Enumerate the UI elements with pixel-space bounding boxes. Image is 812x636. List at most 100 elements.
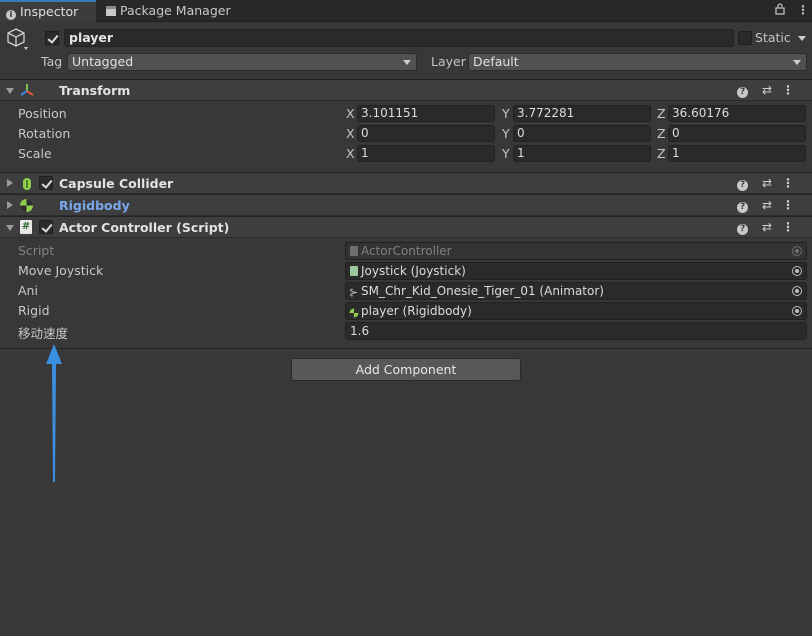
- component-header-icons: ? ⇄⋮: [737, 198, 804, 213]
- component-menu-icon[interactable]: ⋮: [782, 176, 804, 190]
- static-checkbox[interactable]: [738, 31, 752, 45]
- tab-package-manager[interactable]: Package Manager: [100, 0, 240, 22]
- layer-value: Default: [473, 54, 519, 69]
- scale-label: Scale: [18, 146, 52, 161]
- fold-open-icon[interactable]: [6, 88, 14, 94]
- axis-z-label[interactable]: Z: [657, 146, 666, 161]
- ani-field[interactable]: ⊱ SM_Chr_Kid_Onesie_Tiger_01 (Animator): [345, 282, 807, 300]
- component-menu-icon[interactable]: ⋮: [782, 220, 804, 234]
- rigid-field[interactable]: player (Rigidbody): [345, 302, 807, 320]
- rigid-label: Rigid: [18, 303, 50, 318]
- transform-icon: [20, 83, 34, 100]
- tab-inspector[interactable]: i Inspector: [0, 0, 96, 22]
- position-x-field[interactable]: 3.101151: [357, 105, 495, 122]
- tab-bar: i Inspector Package Manager ⋮: [0, 0, 812, 22]
- rigidbody-header[interactable]: Rigidbody ? ⇄⋮: [0, 194, 812, 216]
- component-menu-icon[interactable]: ⋮: [782, 198, 804, 212]
- capsule-collider-icon: [22, 177, 32, 194]
- component-header-icons: ? ⇄⋮: [737, 83, 804, 98]
- info-icon: i: [6, 10, 16, 20]
- move-speed-label: 移动速度: [18, 326, 69, 341]
- help-icon[interactable]: ?: [737, 180, 749, 191]
- capsule-collider-enabled-checkbox[interactable]: [39, 176, 53, 190]
- move-speed-field[interactable]: 1.6: [345, 322, 807, 340]
- axis-x-label[interactable]: X: [346, 146, 355, 161]
- tag-value: Untagged: [72, 54, 134, 69]
- fold-open-icon[interactable]: [6, 225, 14, 231]
- rotation-label: Rotation: [18, 126, 71, 141]
- rotation-x-field[interactable]: 0: [357, 125, 495, 142]
- add-component-button[interactable]: Add Component: [291, 358, 521, 381]
- capsule-collider-header[interactable]: Capsule Collider ? ⇄⋮: [0, 172, 812, 194]
- layer-label: Layer: [431, 54, 466, 69]
- static-dropdown-icon[interactable]: [798, 36, 806, 41]
- help-icon[interactable]: ?: [737, 224, 749, 235]
- tag-dropdown[interactable]: Untagged: [67, 53, 417, 71]
- position-y-field[interactable]: 3.772281: [513, 105, 651, 122]
- move-joystick-field[interactable]: Joystick (Joystick): [345, 262, 807, 280]
- script-asset-icon: [350, 246, 358, 256]
- script-field: ActorController: [345, 242, 807, 260]
- active-checkbox[interactable]: [45, 31, 59, 45]
- scale-z-field[interactable]: 1: [668, 145, 806, 162]
- object-picker-icon: [792, 246, 802, 256]
- position-z-field[interactable]: 36.60176: [668, 105, 806, 122]
- object-name-field[interactable]: player: [64, 29, 734, 47]
- rigidbody-icon: [19, 198, 34, 216]
- presets-icon[interactable]: ⇄: [762, 198, 782, 212]
- actor-controller-enabled-checkbox[interactable]: [39, 220, 53, 234]
- component-header-icons: ? ⇄⋮: [737, 176, 804, 191]
- axis-y-label[interactable]: Y: [502, 126, 510, 141]
- tag-label: Tag: [41, 54, 63, 69]
- position-label: Position: [18, 106, 67, 121]
- chevron-down-icon: [403, 60, 411, 65]
- component-menu-icon[interactable]: ⋮: [782, 83, 804, 97]
- more-menu-icon[interactable]: ⋮: [797, 3, 809, 17]
- transform-header[interactable]: Transform ? ⇄⋮: [0, 79, 812, 101]
- scale-x-field[interactable]: 1: [357, 145, 495, 162]
- move-joystick-value: Joystick (Joystick): [361, 264, 466, 278]
- axis-z-label[interactable]: Z: [657, 106, 666, 121]
- fold-closed-icon[interactable]: [7, 179, 13, 187]
- rigidbody-title: Rigidbody: [59, 198, 130, 213]
- presets-icon[interactable]: ⇄: [762, 83, 782, 97]
- axis-x-label[interactable]: X: [346, 126, 355, 141]
- ani-label: Ani: [18, 283, 38, 298]
- inspector-divider: [0, 348, 812, 349]
- script-label: Script: [18, 243, 55, 258]
- lock-icon[interactable]: [775, 3, 785, 18]
- layer-dropdown[interactable]: Default: [468, 53, 807, 71]
- package-icon: [106, 6, 116, 16]
- fold-closed-icon[interactable]: [7, 201, 13, 209]
- component-header-icons: ? ⇄⋮: [737, 220, 804, 235]
- static-label: Static: [755, 30, 791, 45]
- rigid-value: player (Rigidbody): [361, 304, 472, 318]
- capsule-collider-title: Capsule Collider: [59, 176, 174, 191]
- axis-y-label[interactable]: Y: [502, 106, 510, 121]
- axis-y-label[interactable]: Y: [502, 146, 510, 161]
- rotation-y-field[interactable]: 0: [513, 125, 651, 142]
- script-asset-icon: [350, 266, 358, 276]
- scale-y-field[interactable]: 1: [513, 145, 651, 162]
- move-joystick-label: Move Joystick: [18, 263, 104, 278]
- object-picker-icon[interactable]: [792, 286, 802, 296]
- rotation-z-field[interactable]: 0: [668, 125, 806, 142]
- transform-title: Transform: [59, 83, 131, 98]
- presets-icon[interactable]: ⇄: [762, 220, 782, 234]
- gameobject-cube-icon[interactable]: [6, 27, 28, 51]
- help-icon[interactable]: ?: [737, 202, 749, 213]
- annotation-arrow: [46, 344, 62, 482]
- object-picker-icon[interactable]: [792, 306, 802, 316]
- ani-value: SM_Chr_Kid_Onesie_Tiger_01 (Animator): [361, 284, 604, 298]
- axis-z-label[interactable]: Z: [657, 126, 666, 141]
- actor-controller-title: Actor Controller (Script): [59, 220, 230, 235]
- axis-x-label[interactable]: X: [346, 106, 355, 121]
- animator-icon: ⊱: [349, 286, 359, 299]
- help-icon[interactable]: ?: [737, 87, 749, 98]
- script-icon: #: [20, 220, 32, 234]
- chevron-down-icon: [793, 60, 801, 65]
- object-picker-icon[interactable]: [792, 266, 802, 276]
- actor-controller-header[interactable]: # Actor Controller (Script) ? ⇄⋮: [0, 216, 812, 238]
- presets-icon[interactable]: ⇄: [762, 176, 782, 190]
- tab-package-manager-label: Package Manager: [120, 3, 231, 18]
